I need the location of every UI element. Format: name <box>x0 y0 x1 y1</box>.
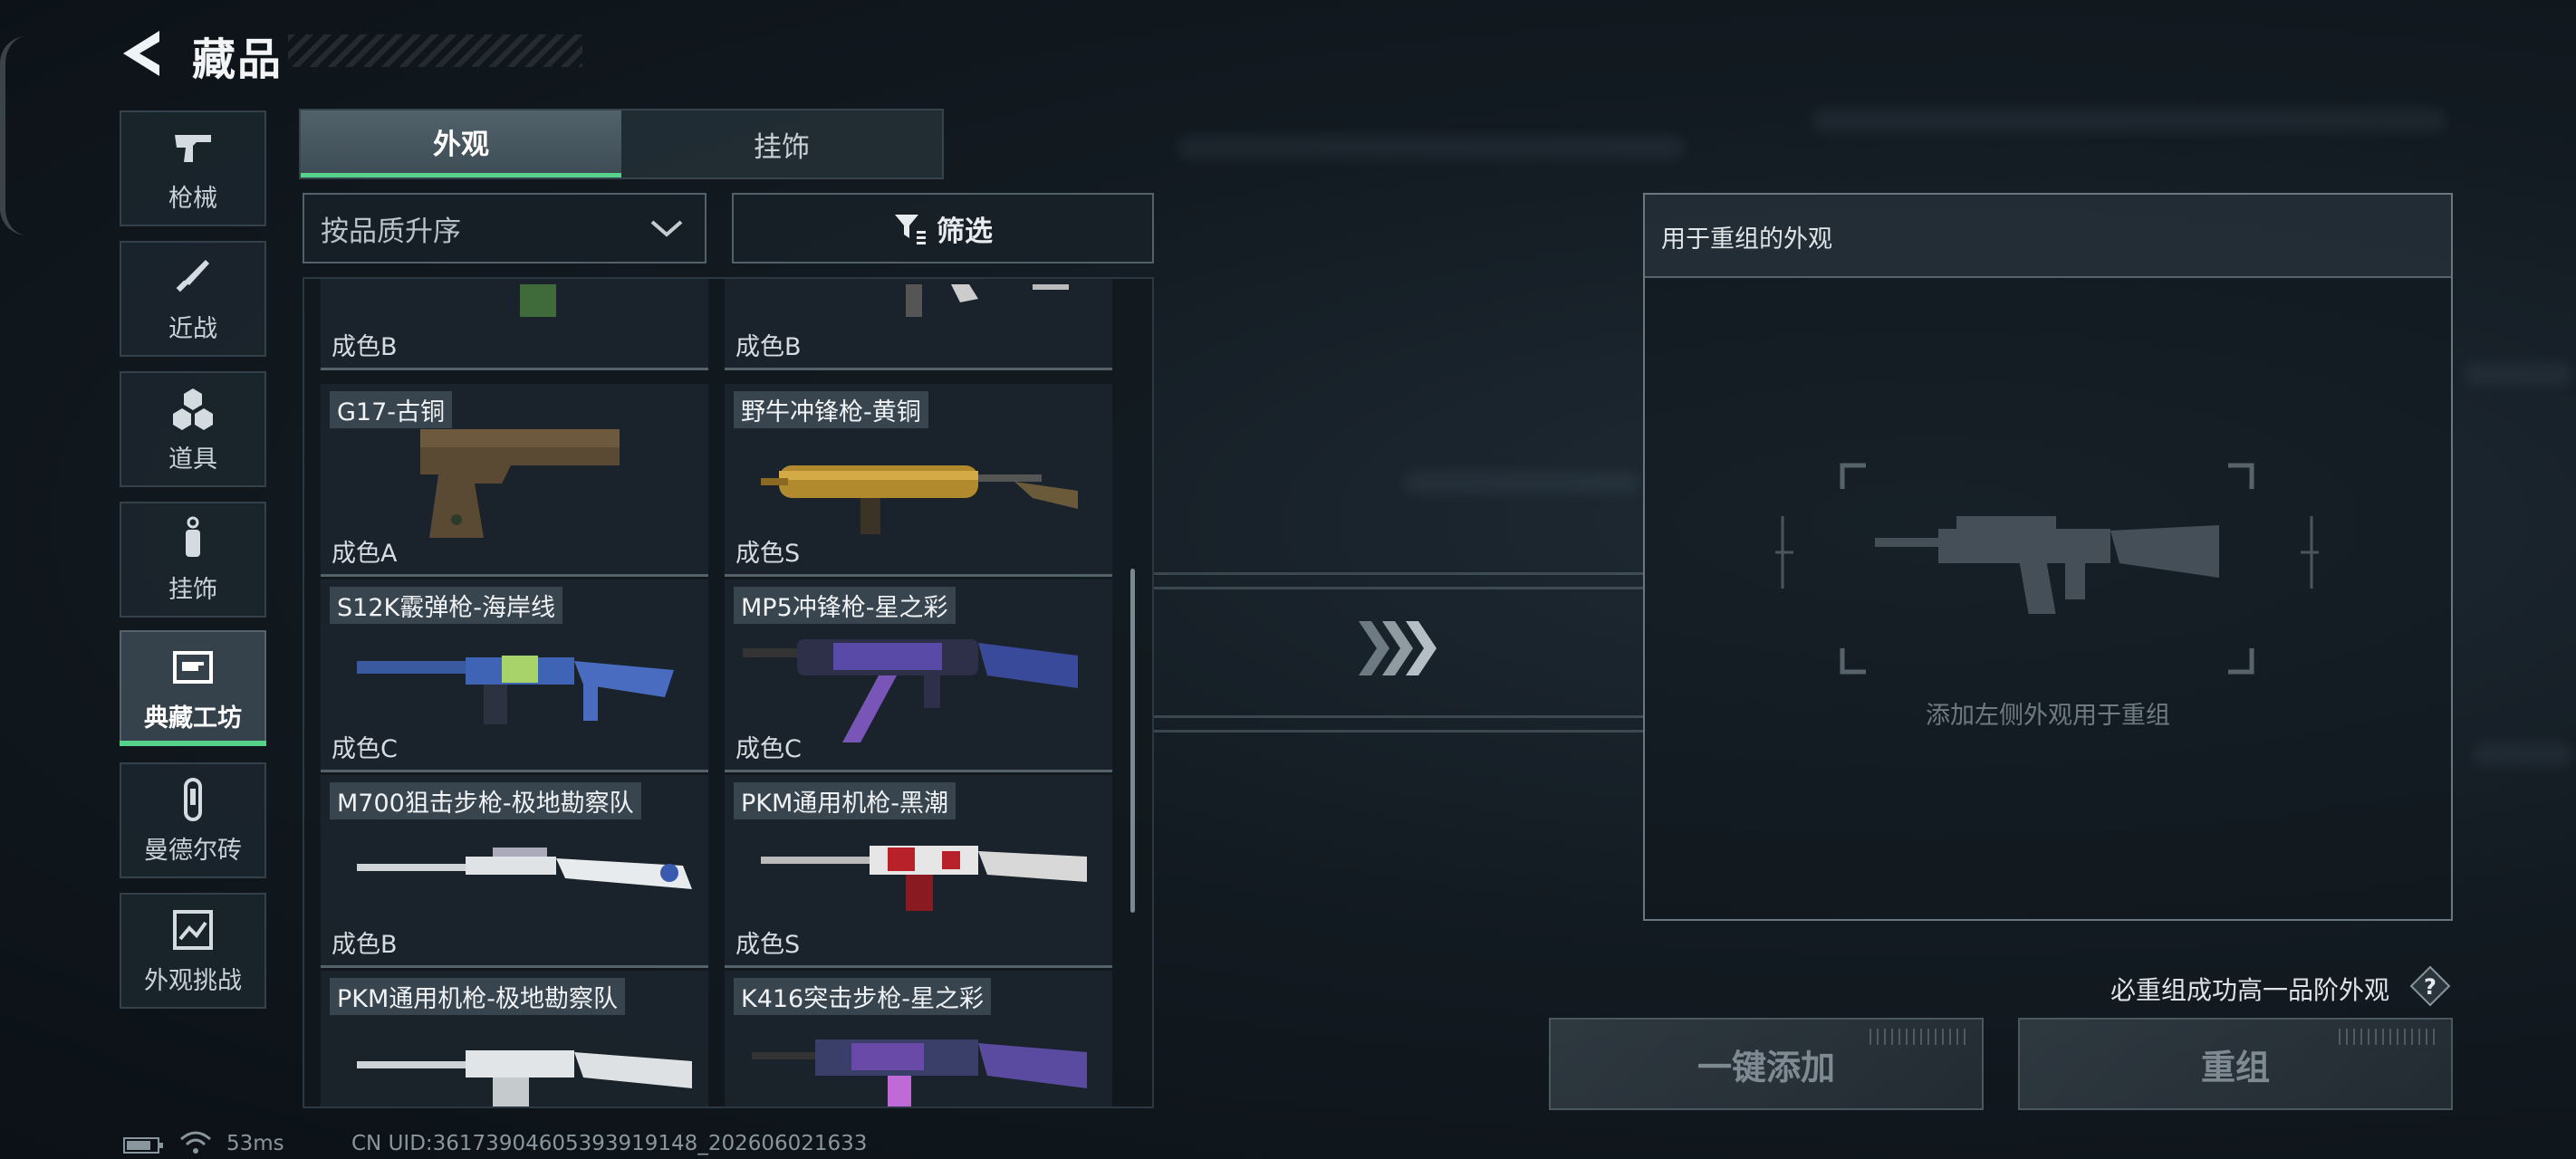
grade-label: 成色B <box>332 931 398 959</box>
nav-label: 典藏工坊 <box>144 704 242 733</box>
nav-label: 挂饰 <box>168 575 217 604</box>
ping-text: 53ms <box>226 1132 284 1155</box>
nav-item-skin-challenge[interactable]: 外观挑战 <box>120 893 266 1009</box>
svg-text:?: ? <box>2424 974 2437 1000</box>
add-all-label: 一键添加 <box>1697 1047 1835 1087</box>
skin-card[interactable]: PKM通用机枪-极地勘察队 <box>321 971 708 1106</box>
nav-item-melee[interactable]: 近战 <box>120 241 266 357</box>
question-icon[interactable]: ? <box>2409 965 2451 1007</box>
skin-card[interactable]: MP5冲锋枪-星之彩 成色C <box>725 580 1112 772</box>
connector-line <box>1154 572 1643 575</box>
skin-name: S12K霰弹枪-海岸线 <box>330 587 562 624</box>
nav-item-charms[interactable]: 挂饰 <box>120 502 266 618</box>
workshop-icon <box>173 650 213 684</box>
skin-name: M700狙击步枪-极地勘察队 <box>330 782 641 819</box>
pistol-skin-image <box>420 429 620 538</box>
guarantee-text: 必重组成功高一品阶外观 <box>2110 975 2390 1005</box>
skin-name: PKM通用机枪-极地勘察队 <box>330 978 626 1015</box>
filter-label: 筛选 <box>937 215 993 248</box>
skin-card[interactable]: S12K霰弹枪-海岸线 成色C <box>321 580 708 772</box>
recombine-button[interactable]: 重组 <box>2018 1018 2453 1110</box>
empty-slot-placeholder[interactable] <box>1775 462 2319 679</box>
skin-card[interactable]: 野牛冲锋枪-黄铜 成色S <box>725 384 1112 577</box>
button-decoration <box>1870 1029 1969 1045</box>
skin-name: PKM通用机枪-黑潮 <box>734 782 956 819</box>
back-button[interactable] <box>116 27 170 80</box>
wifi-icon <box>180 1131 211 1154</box>
grade-label: 成色B <box>735 333 802 361</box>
grade-label: 成色B <box>332 333 398 361</box>
connector-line <box>1154 587 1643 589</box>
connector-line <box>1154 730 1643 733</box>
tab-charms[interactable]: 挂饰 <box>621 110 942 177</box>
side-decoration <box>0 36 34 235</box>
recombine-panel-title: 用于重组的外观 <box>1661 225 1832 254</box>
skin-list[interactable]: 成色B 成色B G17-古铜 成色A 野牛冲锋枪-黄铜 成色S S12K霰弹枪-… <box>303 277 1154 1108</box>
nav-label: 外观挑战 <box>144 966 242 995</box>
button-decoration <box>2339 1029 2438 1045</box>
nav-item-guns[interactable]: 枪械 <box>120 110 266 226</box>
filter-button[interactable]: 筛选 <box>732 193 1154 263</box>
nav-item-tools[interactable]: 道具 <box>120 371 266 487</box>
filter-icon <box>895 215 926 244</box>
rifle-silhouette-icon <box>1875 516 2219 614</box>
pkm-skin-image <box>761 846 1087 911</box>
sort-label: 按品质升序 <box>321 215 461 248</box>
nav-item-mandel-brick[interactable]: 曼德尔砖 <box>120 762 266 878</box>
nav-label: 道具 <box>168 445 217 474</box>
challenge-icon <box>173 909 213 950</box>
page-title: 藏品 <box>192 34 284 85</box>
nav-label: 枪械 <box>168 184 217 213</box>
back-arrow-icon <box>123 31 159 76</box>
grade-label: 成色S <box>735 540 801 568</box>
skin-card[interactable]: 成色B <box>725 279 1112 370</box>
connector-line <box>1154 715 1643 718</box>
title-decoration <box>288 34 582 67</box>
skin-card[interactable]: 成色B <box>321 279 708 370</box>
chevron-down-icon <box>650 220 683 237</box>
skin-card[interactable]: G17-古铜 成色A <box>321 384 708 577</box>
chevrons-right-icon <box>1359 621 1437 675</box>
skin-thumbnail <box>520 284 556 317</box>
battery-icon <box>123 1137 163 1154</box>
pistol-icon <box>175 134 211 162</box>
knife-icon <box>176 259 209 292</box>
skin-name: 野牛冲锋枪-黄铜 <box>734 391 928 428</box>
tab-appearance[interactable]: 外观 <box>301 110 621 177</box>
sort-dropdown[interactable]: 按品质升序 <box>303 193 706 263</box>
pkm-arctic-skin-image <box>357 1050 692 1106</box>
nav-item-workshop[interactable]: 典藏工坊 <box>120 630 266 746</box>
sniper-skin-image <box>357 848 692 889</box>
tab-bar: 外观 挂饰 <box>299 109 944 179</box>
skin-card[interactable]: K416突击步枪-星之彩 <box>725 971 1112 1106</box>
nav-label: 近战 <box>168 314 217 343</box>
grade-label: 成色A <box>332 540 398 568</box>
uid-text: CN UID:3617390460539391914​8_20260602163… <box>351 1132 868 1155</box>
grade-label: 成色S <box>735 931 801 959</box>
recombine-label: 重组 <box>2200 1047 2270 1087</box>
list-scrollbar[interactable] <box>1130 569 1135 913</box>
grade-label: 成色C <box>735 735 802 763</box>
empty-slot-hint: 添加左侧外观用于重组 <box>1926 702 2170 730</box>
skin-thumbnail <box>906 284 1069 317</box>
charm-icon <box>186 516 200 557</box>
shotgun-skin-image <box>357 656 674 724</box>
skin-name: K416突击步枪-星之彩 <box>734 978 991 1015</box>
skin-card[interactable]: M700狙击步枪-极地勘察队 成色B <box>321 775 708 968</box>
brick-icon <box>184 777 202 821</box>
skin-card[interactable]: PKM通用机枪-黑潮 成色S <box>725 775 1112 968</box>
nav-active-indicator <box>120 741 266 746</box>
smg-skin-image <box>761 465 1078 534</box>
nav-label: 曼德尔砖 <box>144 836 242 865</box>
grade-label: 成色C <box>332 735 398 763</box>
k416-skin-image <box>752 1039 1087 1106</box>
add-all-button[interactable]: 一键添加 <box>1549 1018 1984 1110</box>
grenade-icon <box>173 388 213 430</box>
